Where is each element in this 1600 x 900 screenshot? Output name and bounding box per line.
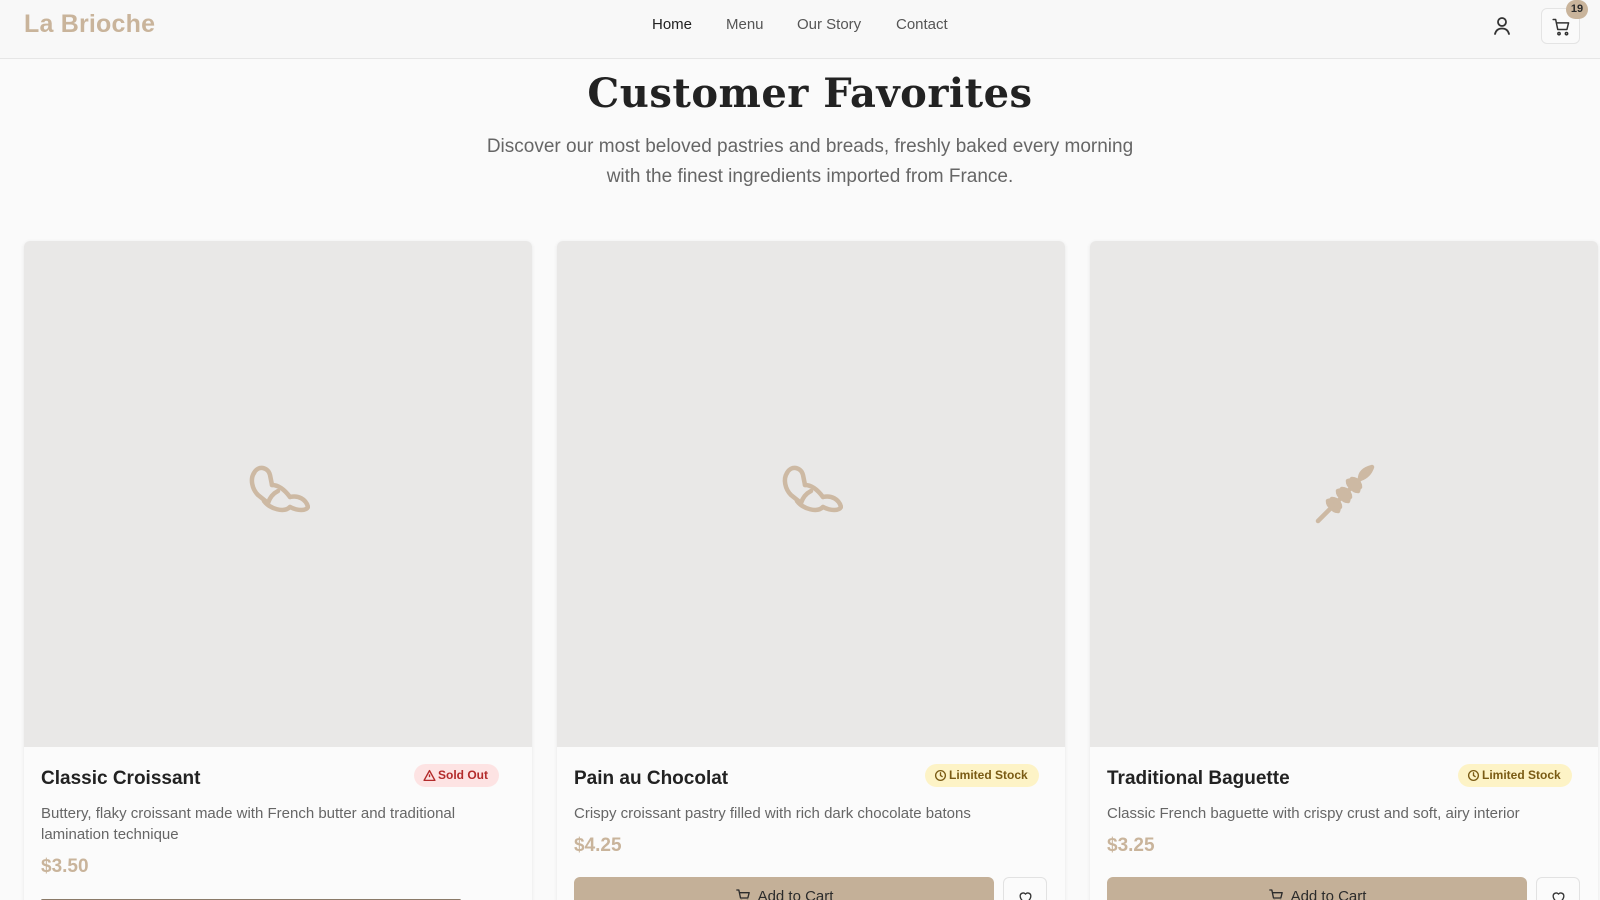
croissant-icon	[249, 465, 310, 513]
product-price: $4.25	[574, 835, 622, 856]
clock-icon	[934, 769, 947, 782]
product-image[interactable]	[1090, 241, 1598, 747]
add-to-cart-button[interactable]: Add to Cart	[1107, 877, 1527, 900]
status-badge: Limited Stock	[1458, 764, 1572, 787]
favorite-button[interactable]	[1003, 877, 1047, 900]
site-header: La Brioche Home Menu Our Story Contact 1…	[0, 0, 1600, 59]
cart-icon	[1552, 18, 1570, 36]
cart-icon	[735, 889, 750, 900]
status-badge-label: Limited Stock	[1482, 768, 1561, 782]
product-name[interactable]: Pain au Chocolat	[574, 768, 728, 790]
product-image[interactable]	[24, 241, 532, 747]
heart-icon	[1552, 892, 1565, 900]
product-description: Buttery, flaky croissant made with Frenc…	[41, 805, 456, 843]
product-description: Classic French baguette with crispy crus…	[1107, 805, 1520, 822]
main-nav: Home Menu Our Story Contact	[0, 16, 1600, 36]
add-to-cart-label: Add to Cart	[1290, 888, 1367, 900]
subtitle-line-2: with the finest ingredients imported fro…	[606, 166, 1014, 187]
page-title: Customer Favorites	[587, 70, 1033, 117]
account-button[interactable]	[1490, 14, 1514, 38]
page-subtitle: Discover our most beloved pastries and b…	[460, 132, 1160, 192]
product-description: Crispy croissant pastry filled with rich…	[574, 805, 971, 822]
status-badge-label: Sold Out	[438, 768, 488, 782]
subtitle-line-1: Discover our most beloved pastries and b…	[486, 136, 1134, 157]
status-badge: Limited Stock	[925, 764, 1039, 787]
product-price: $3.50	[41, 856, 89, 877]
wheat-icon	[1315, 464, 1375, 524]
nav-our-story[interactable]: Our Story	[797, 16, 861, 33]
nav-home[interactable]: Home	[652, 16, 692, 33]
add-to-cart-button[interactable]: Add to Cart	[574, 877, 994, 900]
cart-icon	[1268, 889, 1283, 900]
product-card: Pain au Chocolat Limited Stock Crispy cr…	[557, 241, 1065, 900]
heart-icon	[1019, 892, 1032, 900]
nav-contact[interactable]: Contact	[896, 16, 948, 33]
croissant-icon	[782, 465, 843, 513]
product-name[interactable]: Classic Croissant	[41, 768, 200, 790]
product-image[interactable]	[557, 241, 1065, 747]
product-price: $3.25	[1107, 835, 1155, 856]
nav-menu[interactable]: Menu	[726, 16, 764, 33]
product-card: Traditional Baguette Limited Stock Class…	[1090, 241, 1598, 900]
cart-count-badge: 19	[1566, 0, 1588, 19]
product-card: Classic Croissant Sold Out Buttery, flak…	[24, 241, 532, 900]
clock-icon	[1467, 769, 1480, 782]
warning-triangle-icon	[423, 769, 436, 782]
status-badge-label: Limited Stock	[949, 768, 1028, 782]
product-name[interactable]: Traditional Baguette	[1107, 768, 1290, 790]
status-badge: Sold Out	[414, 764, 499, 787]
user-icon	[1494, 17, 1510, 35]
favorite-button[interactable]	[1536, 877, 1580, 900]
add-to-cart-label: Add to Cart	[757, 888, 834, 900]
